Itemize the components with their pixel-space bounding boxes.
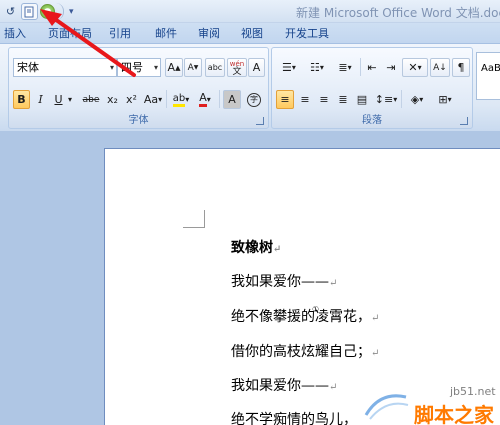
annotation-arrow-icon <box>40 9 136 77</box>
